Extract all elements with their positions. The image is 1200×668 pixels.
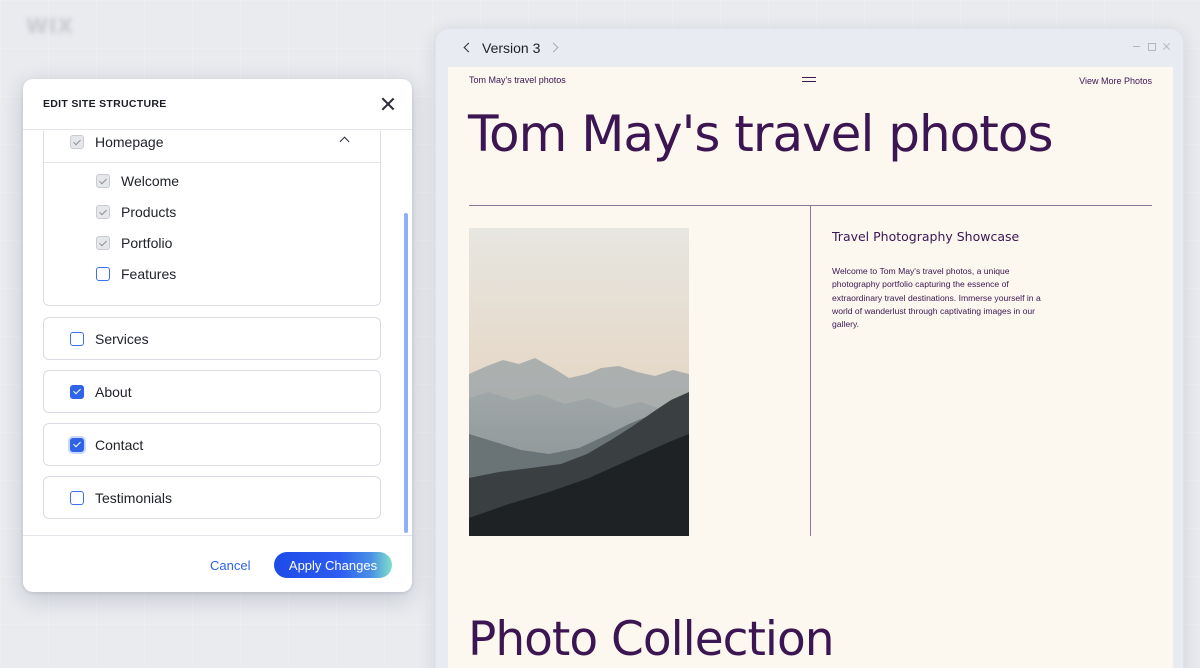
- features-label: Features: [121, 266, 177, 282]
- collection-title: Photo Collection: [468, 612, 834, 667]
- homepage-group: Homepage Welcome Products Portfolio Feat…: [43, 131, 381, 306]
- apply-changes-button[interactable]: Apply Changes: [274, 552, 392, 578]
- about-checkbox[interactable]: [70, 384, 84, 399]
- hero-title: Tom May's travel photos: [468, 105, 1053, 163]
- products-label: Products: [121, 204, 177, 220]
- version-title: Version 3: [482, 40, 541, 56]
- site-brand[interactable]: Tom May's travel photos: [469, 75, 566, 85]
- page-item-testimonials[interactable]: Testimonials: [43, 476, 381, 519]
- chevron-up-icon[interactable]: [339, 136, 350, 147]
- contact-checkbox[interactable]: [70, 437, 84, 452]
- page-item-products: Products: [96, 204, 176, 220]
- wix-logo: WIX: [26, 14, 74, 38]
- dialog-footer: Cancel Apply Changes: [23, 535, 412, 592]
- mountain-photo: [469, 228, 689, 536]
- minimize-icon[interactable]: [1132, 42, 1141, 51]
- scrollbar-thumb[interactable]: [404, 213, 408, 533]
- page-item-welcome: Welcome: [96, 173, 179, 189]
- welcome-checkbox: [96, 174, 110, 188]
- chevron-right-icon[interactable]: [548, 42, 559, 53]
- page-item-features[interactable]: Features: [96, 266, 176, 282]
- edit-site-structure-dialog: EDIT SITE STRUCTURE Homepage Welcome Pro…: [23, 79, 412, 592]
- window-controls: [1132, 42, 1171, 51]
- page-item-about[interactable]: About: [43, 370, 381, 413]
- close-window-icon[interactable]: [1162, 42, 1171, 51]
- page-item-contact[interactable]: Contact: [43, 423, 381, 466]
- homepage-checkbox: [70, 135, 84, 149]
- about-label: About: [95, 383, 132, 400]
- site-preview[interactable]: Tom May's travel photos View More Photos…: [448, 67, 1173, 668]
- chevron-left-icon[interactable]: [463, 42, 474, 53]
- view-more-photos-link[interactable]: View More Photos: [1079, 76, 1152, 86]
- page-item-services[interactable]: Services: [43, 317, 381, 360]
- page-item-portfolio: Portfolio: [96, 235, 172, 251]
- portfolio-label: Portfolio: [121, 235, 173, 251]
- services-label: Services: [95, 330, 149, 347]
- products-checkbox: [96, 205, 110, 219]
- scrollbar[interactable]: [404, 213, 408, 533]
- contact-label: Contact: [95, 436, 144, 453]
- homepage-label: Homepage: [95, 134, 164, 150]
- testimonials-label: Testimonials: [95, 489, 173, 506]
- section-text: Welcome to Tom May's travel photos, a un…: [832, 266, 1041, 330]
- window-title-bar: Version 3: [436, 29, 1183, 67]
- close-icon[interactable]: [378, 94, 398, 114]
- testimonials-checkbox[interactable]: [70, 490, 84, 505]
- dialog-title: EDIT SITE STRUCTURE: [43, 98, 167, 110]
- services-checkbox[interactable]: [70, 331, 84, 346]
- preview-window: Version 3 Tom May's travel photos View M…: [435, 28, 1184, 668]
- welcome-label: Welcome: [121, 173, 180, 189]
- homepage-header[interactable]: Homepage: [44, 131, 380, 163]
- features-checkbox[interactable]: [96, 267, 110, 281]
- cancel-button[interactable]: Cancel: [210, 558, 250, 573]
- maximize-icon[interactable]: [1147, 42, 1156, 51]
- section-title: Travel Photography Showcase: [832, 229, 1020, 244]
- vertical-divider: [810, 206, 811, 536]
- dialog-header: EDIT SITE STRUCTURE: [23, 79, 412, 130]
- hamburger-menu-icon[interactable]: [802, 77, 816, 83]
- dialog-body[interactable]: Homepage Welcome Products Portfolio Feat…: [23, 131, 412, 535]
- portfolio-checkbox: [96, 236, 110, 250]
